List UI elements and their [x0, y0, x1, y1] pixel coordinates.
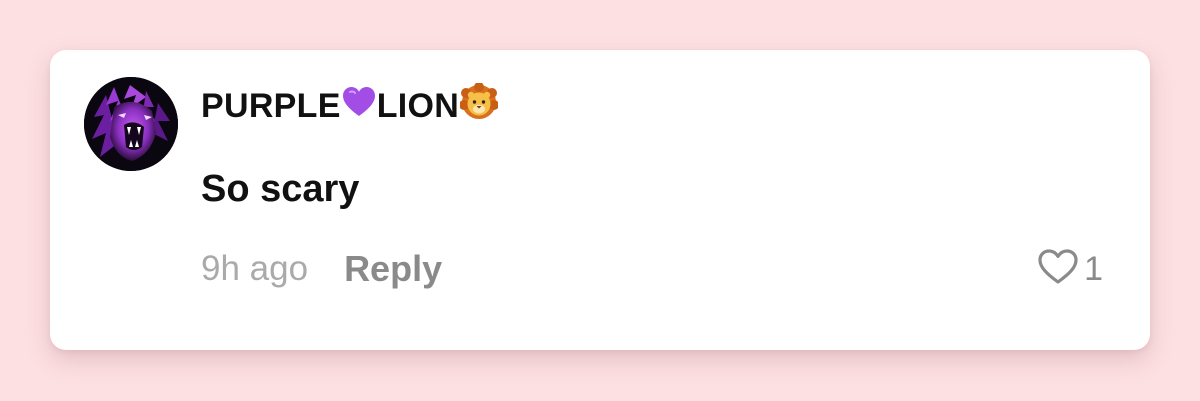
user-avatar[interactable]	[84, 77, 178, 171]
purple-lion-icon	[84, 77, 178, 171]
comment-card: PURPLE LION So scary 9h ago Reply 1	[50, 50, 1150, 350]
like-count: 1	[1084, 249, 1103, 288]
like-button[interactable]: 1	[1036, 245, 1103, 293]
timestamp: 9h ago	[201, 249, 309, 288]
reply-button[interactable]: Reply	[344, 248, 442, 290]
username-part-lion: LION	[376, 86, 460, 125]
username-part-purple: PURPLE	[201, 86, 341, 125]
purple-heart-icon	[342, 86, 376, 127]
username[interactable]: PURPLE LION	[201, 81, 500, 130]
comment-meta: 9h ago Reply	[201, 245, 442, 293]
lion-face-icon	[459, 81, 500, 130]
heart-outline-icon[interactable]	[1037, 248, 1079, 291]
comment-text: So scary	[201, 168, 360, 210]
